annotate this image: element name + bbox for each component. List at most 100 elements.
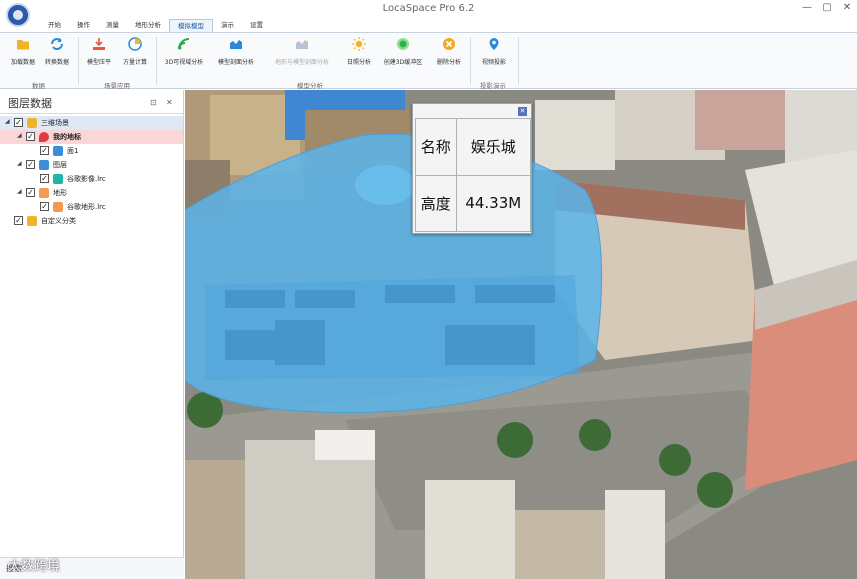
- tab-model-sim[interactable]: 模拟模型: [169, 19, 213, 32]
- tree-label: 自定义分类: [41, 217, 76, 225]
- profile-icon: [229, 37, 243, 51]
- pin-icon: [39, 132, 49, 142]
- terrain-profile-icon: [295, 37, 309, 51]
- window-title: LocaSpace Pro 6.2: [382, 3, 475, 14]
- terrain-profile-label: 地形与模型剖面分析: [274, 59, 329, 66]
- tab-demo[interactable]: 演示: [213, 19, 242, 32]
- folder-icon: [27, 118, 37, 128]
- tab-operate[interactable]: 操作: [69, 19, 98, 32]
- tab-settings[interactable]: 设置: [242, 19, 271, 32]
- group-separator: [156, 37, 157, 85]
- flatten-icon: [92, 37, 106, 51]
- tree-label: 谷歌地形.lrc: [67, 203, 106, 211]
- layer-tree: ◢ ✓ 三维场景 ◢ ✓ 我的地标 ✓ 面1 ◢ ✓ 图层 ✓ 谷歌影像.lrc: [0, 116, 183, 228]
- checkbox[interactable]: ✓: [40, 202, 49, 211]
- checkbox[interactable]: ✓: [26, 132, 35, 141]
- tree-node-google-terrain[interactable]: ✓ 谷歌地形.lrc: [0, 200, 183, 214]
- delete-analysis-button[interactable]: 删除分析: [426, 37, 472, 66]
- maximize-button[interactable]: ▢: [820, 2, 834, 13]
- group-separator: [518, 37, 519, 85]
- checkbox[interactable]: ✓: [26, 160, 35, 169]
- viewshed-label: 3D可视域分析: [164, 59, 204, 66]
- viewshed-button[interactable]: 3D可视域分析: [160, 37, 208, 66]
- checkbox[interactable]: ✓: [14, 118, 23, 127]
- create-buffer-button[interactable]: 创建3D缓冲区: [378, 37, 428, 66]
- panel-title: 图层数据: [8, 97, 52, 110]
- video-projection-label: 视频投影: [481, 59, 506, 66]
- attribute-popup: ✕ 名称 娱乐城 高度 44.33M: [412, 103, 532, 234]
- terrain-icon: [53, 202, 63, 212]
- table-row: 高度 44.33M: [415, 174, 532, 232]
- sunlight-label: 日照分析: [346, 59, 371, 66]
- tree-node-landmarks[interactable]: ◢ ✓ 我的地标: [0, 130, 183, 144]
- tree-node-scene[interactable]: ◢ ✓ 三维场景: [0, 116, 183, 130]
- tree-node-google-imagery[interactable]: ✓ 谷歌影像.lrc: [0, 172, 183, 186]
- convert-data-label: 转换数据: [44, 59, 69, 66]
- group-label-scene: 场景应用: [104, 82, 130, 90]
- viewshed-icon: [177, 37, 191, 51]
- watermark: 大数跨境: [8, 559, 61, 574]
- model-profile-button[interactable]: 模型剖面分析: [212, 37, 260, 66]
- terrain-icon: [39, 188, 49, 198]
- attribute-key: 名称: [415, 118, 457, 176]
- terrain-profile-button[interactable]: 地形与模型剖面分析: [262, 37, 342, 66]
- tree-label: 图层: [53, 161, 67, 169]
- delete-analysis-label: 删除分析: [436, 59, 461, 66]
- group-label-model: 模型分析: [297, 82, 323, 90]
- sunlight-button[interactable]: 日照分析: [336, 37, 382, 66]
- tree-node-custom-category[interactable]: ✓ 自定义分类: [0, 214, 183, 228]
- attribute-key: 高度: [415, 174, 457, 232]
- convert-data-button[interactable]: 转换数据: [34, 37, 80, 66]
- tree-node-layers[interactable]: ◢ ✓ 图层: [0, 158, 183, 172]
- panel-close-icon[interactable]: ✕: [166, 98, 173, 107]
- tab-terrain[interactable]: 地形分析: [127, 19, 169, 32]
- tree-node-face1[interactable]: ✓ 面1: [0, 144, 183, 158]
- menu-tabs: 开始 操作 测量 地形分析 模拟模型 演示 设置: [40, 19, 271, 32]
- raster-icon: [53, 174, 63, 184]
- checkbox[interactable]: ✓: [40, 174, 49, 183]
- attribute-table: 名称 娱乐城 高度 44.33M: [415, 118, 532, 232]
- checkbox[interactable]: ✓: [14, 216, 23, 225]
- collapse-icon[interactable]: ◢: [5, 118, 13, 125]
- layer-panel: 图层数据 ⊡ ✕ ◢ ✓ 三维场景 ◢ ✓ 我的地标 ✓ 面1 ◢ ✓ 图层 ✓: [0, 90, 184, 579]
- popup-close-icon[interactable]: ✕: [518, 107, 527, 116]
- layers-icon: [39, 160, 49, 170]
- video-projection-button[interactable]: 视频投影: [471, 37, 517, 66]
- collapse-icon[interactable]: ◢: [17, 132, 25, 139]
- ribbon: 加载数据 转换数据 模型压平 方量计算 3D可视域分析 模型剖面分析 地形与模型…: [0, 32, 857, 90]
- delete-icon: [442, 37, 456, 51]
- sun-icon: [352, 37, 366, 51]
- pie-icon: [128, 37, 142, 51]
- minimize-button[interactable]: —: [800, 2, 814, 13]
- tree-label: 谷歌影像.lrc: [67, 175, 106, 183]
- group-label-projection: 投影演示: [480, 82, 506, 90]
- folder-icon: [27, 216, 37, 226]
- folder-icon: [16, 37, 30, 51]
- checkbox[interactable]: ✓: [26, 188, 35, 197]
- polygon-icon: [53, 146, 63, 156]
- table-row: 名称 娱乐城: [415, 118, 532, 176]
- tree-label: 我的地标: [53, 133, 81, 141]
- collapse-icon[interactable]: ◢: [17, 160, 25, 167]
- collapse-icon[interactable]: ◢: [17, 188, 25, 195]
- group-label-data: 数据: [32, 82, 45, 90]
- volume-calc-button[interactable]: 方量计算: [112, 37, 158, 66]
- tree-label: 面1: [67, 147, 79, 155]
- volume-calc-label: 方量计算: [122, 59, 147, 66]
- app-logo[interactable]: [6, 3, 30, 27]
- model-profile-label: 模型剖面分析: [217, 59, 254, 66]
- create-buffer-label: 创建3D缓冲区: [383, 59, 423, 66]
- attribute-value: 44.33M: [455, 174, 532, 232]
- attribute-value: 娱乐城: [455, 118, 532, 176]
- tab-start[interactable]: 开始: [40, 19, 69, 32]
- buffer-icon: [396, 37, 410, 51]
- tree-node-terrain[interactable]: ◢ ✓ 地形: [0, 186, 183, 200]
- tree-label: 三维场景: [41, 119, 69, 127]
- pin-icon[interactable]: ⊡: [150, 98, 157, 107]
- checkbox[interactable]: ✓: [40, 146, 49, 155]
- video-icon: [487, 37, 501, 51]
- tab-measure[interactable]: 测量: [98, 19, 127, 32]
- tree-label: 地形: [53, 189, 67, 197]
- refresh-icon: [50, 37, 64, 51]
- close-button[interactable]: ✕: [840, 2, 854, 13]
